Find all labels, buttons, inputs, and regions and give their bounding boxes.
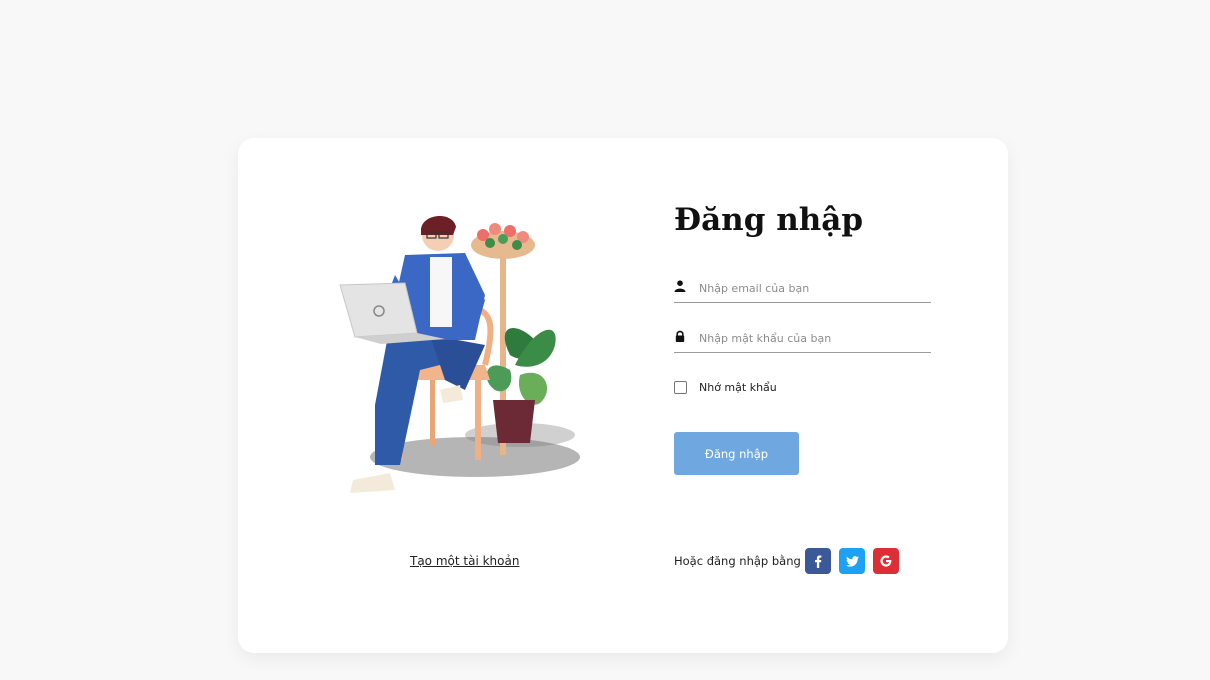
remember-label: Nhớ mật khẩu — [699, 380, 777, 394]
twitter-icon — [845, 555, 859, 567]
password-field — [674, 326, 931, 353]
login-button[interactable]: Đăng nhập — [674, 432, 799, 475]
man-with-laptop-illustration — [339, 215, 580, 493]
facebook-icon — [815, 555, 822, 568]
email-input[interactable] — [699, 278, 929, 298]
google-login-button[interactable] — [873, 548, 899, 574]
google-icon — [880, 555, 892, 567]
facebook-login-button[interactable] — [805, 548, 831, 574]
remember-checkbox[interactable] — [674, 380, 687, 394]
social-login-label: Hoặc đăng nhập bằng — [674, 554, 801, 568]
email-field — [674, 276, 931, 303]
create-account-link[interactable]: Tạo một tài khoản — [410, 554, 519, 568]
lock-icon — [675, 330, 685, 342]
password-input[interactable] — [699, 328, 929, 348]
twitter-login-button[interactable] — [839, 548, 865, 574]
page-title: Đăng nhập — [674, 202, 864, 238]
remember-me[interactable]: Nhớ mật khẩu — [674, 379, 777, 395]
user-icon — [674, 280, 686, 292]
